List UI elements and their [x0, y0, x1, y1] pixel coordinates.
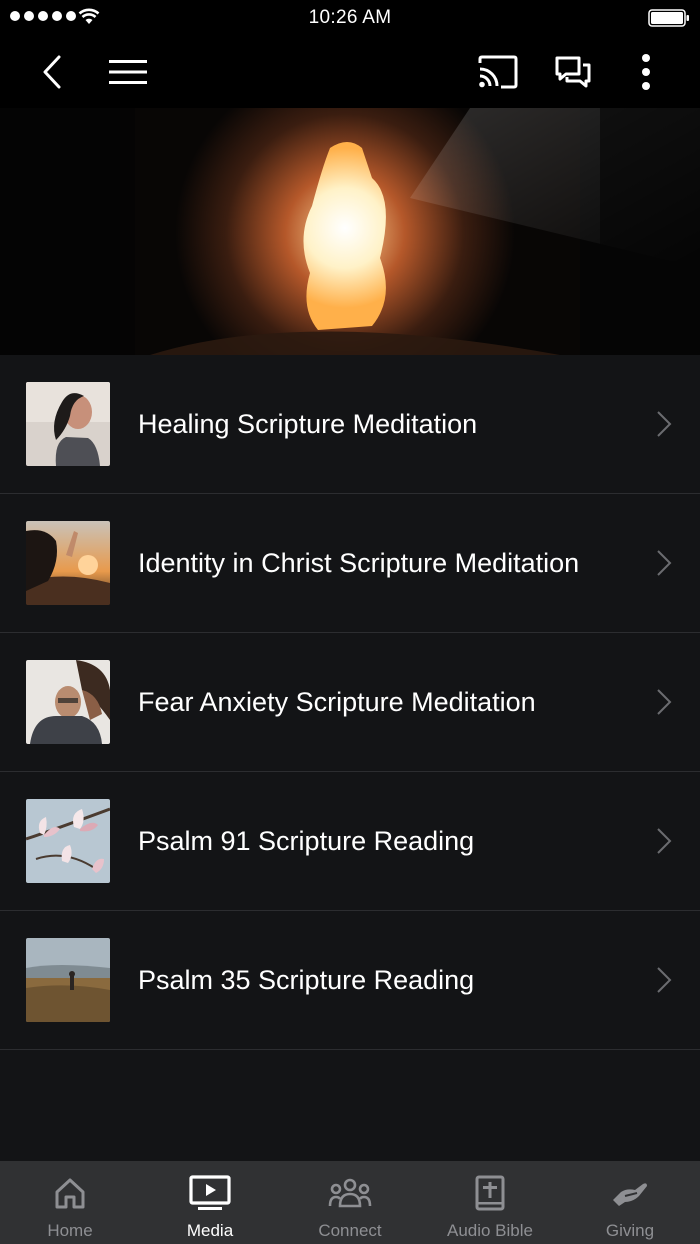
more-icon	[642, 54, 650, 90]
chat-icon	[555, 56, 591, 88]
item-title: Identity in Christ Scripture Meditation	[138, 548, 580, 578]
media-list: Healing Scripture Meditation Identity in…	[0, 355, 700, 1050]
list-item[interactable]: Psalm 35 Scripture Reading	[0, 911, 700, 1050]
cast-button[interactable]	[472, 36, 524, 108]
people-icon	[328, 1178, 372, 1208]
navigation-bar	[0, 36, 700, 108]
field-walker-thumbnail	[26, 938, 110, 1022]
hero-banner	[0, 108, 700, 355]
tab-audio-bible[interactable]: Audio Bible	[420, 1161, 560, 1244]
magnolia-thumbnail	[26, 799, 110, 883]
chat-button[interactable]	[548, 36, 598, 108]
list-item[interactable]: Psalm 91 Scripture Reading	[0, 772, 700, 911]
chevron-right-icon	[657, 828, 672, 854]
status-time: 10:26 AM	[308, 7, 392, 28]
woman-praying-thumbnail	[26, 382, 110, 466]
media-icon	[189, 1175, 231, 1210]
more-button[interactable]	[628, 36, 664, 108]
tab-bar: Home Media Connect Audio Bible Giving	[0, 1161, 700, 1244]
chevron-right-icon	[657, 550, 672, 576]
battery-icon	[648, 9, 689, 27]
tab-label: Media	[186, 1221, 234, 1240]
cave-light-image	[0, 108, 700, 355]
tab-label: Giving	[605, 1221, 655, 1240]
home-icon	[55, 1178, 85, 1209]
couple-embrace-thumbnail	[26, 660, 110, 744]
tab-connect[interactable]: Connect	[280, 1161, 420, 1244]
giving-hand-icon	[613, 1183, 647, 1206]
item-title: Fear Anxiety Scripture Meditation	[138, 687, 536, 717]
back-icon	[43, 55, 61, 89]
tab-home[interactable]: Home	[0, 1161, 140, 1244]
cast-icon	[478, 55, 518, 89]
sunset-hand-thumbnail	[26, 521, 110, 605]
tab-label: Audio Bible	[446, 1221, 533, 1240]
item-title: Psalm 91 Scripture Reading	[138, 826, 475, 856]
menu-icon	[109, 60, 147, 84]
back-button[interactable]	[30, 36, 74, 108]
status-bar: 10:26 AM	[0, 0, 700, 36]
tab-media[interactable]: Media	[140, 1161, 280, 1244]
list-item[interactable]: Fear Anxiety Scripture Meditation	[0, 633, 700, 772]
tab-giving[interactable]: Giving	[560, 1161, 700, 1244]
menu-button[interactable]	[104, 36, 152, 108]
bible-icon	[475, 1175, 505, 1211]
list-item[interactable]: Identity in Christ Scripture Meditation	[0, 494, 700, 633]
chevron-right-icon	[657, 689, 672, 715]
chevron-right-icon	[657, 967, 672, 993]
tab-label: Connect	[318, 1221, 382, 1240]
item-title: Psalm 35 Scripture Reading	[138, 965, 475, 995]
list-item[interactable]: Healing Scripture Meditation	[0, 355, 700, 494]
item-title: Healing Scripture Meditation	[138, 409, 478, 439]
chevron-right-icon	[657, 411, 672, 437]
tab-label: Home	[47, 1221, 93, 1240]
